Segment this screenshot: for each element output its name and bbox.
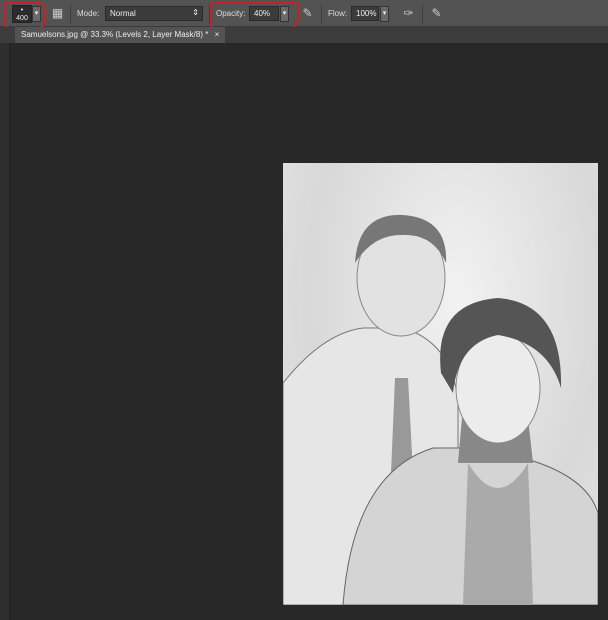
mode-value: Normal [110, 9, 136, 18]
document-tab-title: Samuelsons.jpg @ 33.3% (Levels 2, Layer … [21, 30, 209, 39]
mode-label: Mode: [77, 9, 100, 18]
brush-panel-toggle-icon[interactable]: ▦ [50, 6, 65, 21]
document-tab-bar: Samuelsons.jpg @ 33.3% (Levels 2, Layer … [0, 27, 608, 43]
options-bar: • 400 ▾ ▦ Mode: Normal ⇕ Opacity: 40% ▾ ✎ … [0, 0, 608, 30]
brush-preset-picker[interactable]: • 400 [12, 5, 32, 23]
pressure-opacity-icon[interactable]: ✎ [300, 6, 315, 21]
flow-label: Flow: [328, 9, 348, 18]
tools-panel-edge [0, 43, 10, 620]
flow-slider-arrow[interactable]: ▾ [380, 6, 389, 22]
opacity-slider-arrow[interactable]: ▾ [280, 6, 289, 22]
portrait-photo [283, 214, 598, 605]
mode-select[interactable]: Normal ⇕ [105, 6, 203, 21]
divider [70, 4, 71, 24]
document-tab[interactable]: Samuelsons.jpg @ 33.3% (Levels 2, Layer … [15, 27, 226, 43]
divider [321, 4, 322, 24]
divider [422, 4, 423, 24]
pressure-size-icon[interactable]: ✎ [429, 6, 444, 21]
opacity-input[interactable]: 40% [249, 6, 279, 21]
brush-preset-dropdown-arrow[interactable]: ▾ [32, 6, 41, 22]
brush-size: 400 [16, 15, 28, 22]
opacity-label: Opacity: [216, 9, 246, 18]
close-tab-icon[interactable]: × [215, 30, 220, 39]
updown-icon: ⇕ [192, 8, 199, 17]
canvas-image [283, 163, 598, 605]
flow-input[interactable]: 100% [351, 6, 379, 21]
airbrush-icon[interactable]: ✑ [401, 6, 416, 21]
